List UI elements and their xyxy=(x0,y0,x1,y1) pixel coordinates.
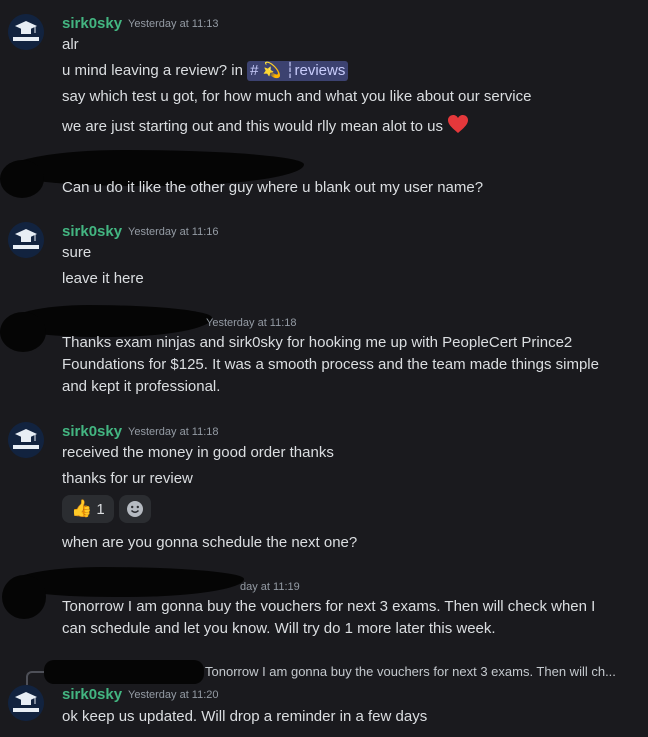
timestamp[interactable]: Yesterday at 11:18 xyxy=(128,426,219,438)
message-text: alr xyxy=(62,36,79,53)
avatar[interactable] xyxy=(8,685,44,721)
message-text: u mind leaving a review? in # 💫 ┆reviews xyxy=(62,61,349,81)
examninjas-logo-icon xyxy=(8,422,44,458)
timestamp[interactable]: Yesterday at 11:13 xyxy=(128,18,219,30)
message-text: leave it here xyxy=(62,270,144,287)
avatar[interactable] xyxy=(8,222,44,258)
redacted-user xyxy=(0,312,46,352)
username[interactable]: sirk0sky xyxy=(62,686,122,703)
message-text: thanks for ur review xyxy=(62,470,193,487)
red-heart-icon xyxy=(447,114,469,138)
timestamp[interactable]: Yesterday at 11:20 xyxy=(128,689,219,701)
examninjas-logo-icon xyxy=(8,14,44,50)
avatar[interactable] xyxy=(8,422,44,458)
redacted-user xyxy=(44,660,204,684)
message-text: Can u do it like the other guy where u b… xyxy=(62,179,484,196)
timestamp[interactable]: day at 11:19 xyxy=(240,581,300,593)
timestamp[interactable]: Yesterday at 11:16 xyxy=(128,226,219,238)
thumbs-up-icon: 👍 xyxy=(71,499,93,518)
redacted-user xyxy=(2,575,46,619)
username[interactable]: sirk0sky xyxy=(62,423,122,440)
username[interactable]: sirk0sky xyxy=(62,223,122,240)
message-text: say which test u got, for how much and w… xyxy=(62,88,532,105)
message-text: ok keep us updated. Will drop a reminder… xyxy=(62,708,428,725)
redacted-user xyxy=(0,160,44,198)
message-text: Thanks exam ninjas and sirk0sky for hook… xyxy=(62,334,599,395)
add-reaction-icon xyxy=(127,501,143,517)
message-text: we are just starting out and this would … xyxy=(62,114,469,138)
timestamp[interactable]: Yesterday at 11:18 xyxy=(206,317,297,329)
reaction-thumbs-up[interactable]: 👍 1 xyxy=(62,495,114,523)
examninjas-logo-icon xyxy=(8,222,44,258)
add-reaction-button[interactable] xyxy=(119,495,151,523)
reaction-count: 1 xyxy=(96,500,105,518)
message-text: Tonorrow I am gonna buy the vouchers for… xyxy=(62,598,596,637)
message-text: we are just starting out and this would … xyxy=(62,118,444,135)
message-text: u mind leaving a review? in xyxy=(62,62,243,79)
avatar[interactable] xyxy=(8,14,44,50)
examninjas-logo-icon xyxy=(8,685,44,721)
reply-preview[interactable]: Tonorrow I am gonna buy the vouchers for… xyxy=(205,664,616,679)
username[interactable]: sirk0sky xyxy=(62,15,122,32)
channel-mention-reviews[interactable]: # 💫 ┆reviews xyxy=(247,61,349,81)
message-text: sure xyxy=(62,244,92,261)
message-text: when are you gonna schedule the next one… xyxy=(62,534,358,551)
message-text: received the money in good order thanks xyxy=(62,444,334,461)
